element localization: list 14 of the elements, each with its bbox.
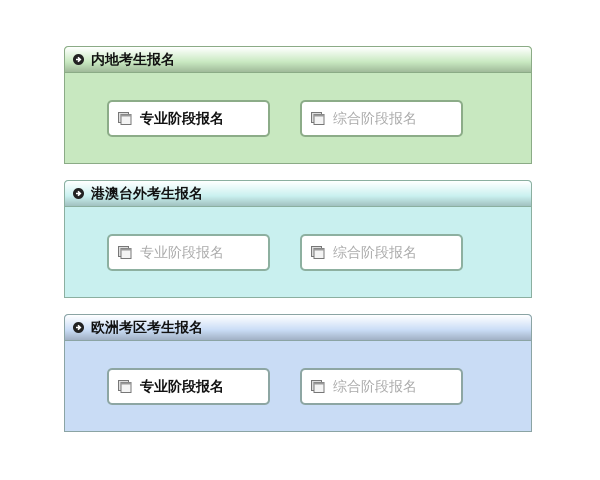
window-icon bbox=[118, 112, 132, 125]
panel-title: 欧洲考区考生报名 bbox=[91, 318, 203, 336]
registration-button[interactable]: 专业阶段报名 bbox=[107, 368, 270, 405]
arrow-icon bbox=[73, 188, 84, 199]
arrow-icon bbox=[73, 54, 84, 65]
window-icon bbox=[311, 112, 325, 125]
window-icon bbox=[311, 246, 325, 259]
panel-title: 港澳台外考生报名 bbox=[91, 184, 203, 202]
window-icon bbox=[118, 246, 132, 259]
window-icon bbox=[118, 380, 132, 393]
arrow-icon bbox=[73, 322, 84, 333]
panel-title: 内地考生报名 bbox=[91, 50, 175, 68]
window-icon bbox=[311, 380, 325, 393]
registration-button[interactable]: 专业阶段报名 bbox=[107, 100, 270, 137]
